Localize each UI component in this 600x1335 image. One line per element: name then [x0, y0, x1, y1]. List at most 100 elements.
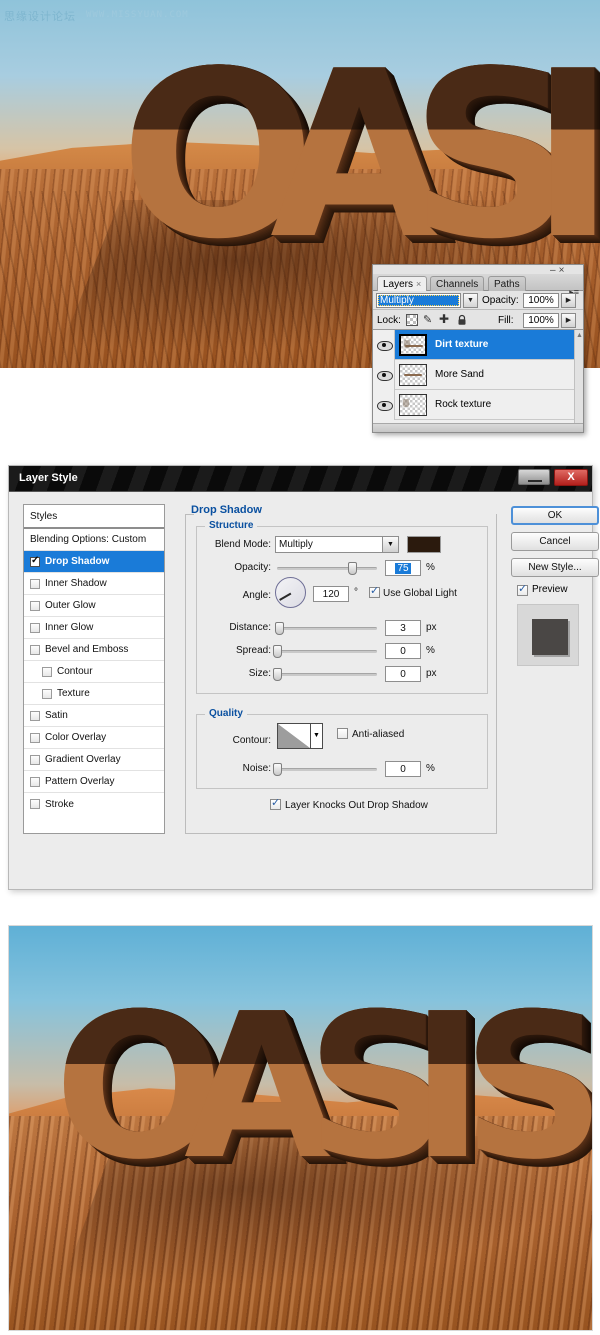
layer-list[interactable]: Dirt texture More Sand Rock texture ▲	[373, 330, 583, 423]
preview-toggle-row[interactable]: Preview	[511, 584, 591, 598]
fill-stepper-icon[interactable]: ▶	[561, 313, 576, 328]
gradient-overlay-checkbox[interactable]	[30, 755, 40, 765]
preview-checkbox[interactable]	[517, 585, 528, 596]
fill-input[interactable]: 100%	[523, 313, 559, 328]
blend-mode-select[interactable]: Multiply	[376, 293, 461, 308]
panel-footer-toolbar[interactable]	[373, 423, 583, 432]
blend-mode-chevron-down-icon[interactable]: ▼	[463, 293, 478, 308]
tab-layers[interactable]: Layers×	[377, 276, 427, 291]
inner-shadow-checkbox[interactable]	[30, 579, 40, 589]
style-item-satin[interactable]: Satin	[24, 705, 164, 727]
style-item-blending-options[interactable]: Blending Options: Custom	[24, 529, 164, 551]
styles-list[interactable]: Styles Blending Options: Custom Drop Sha…	[23, 504, 165, 834]
spread-input[interactable]: 0	[385, 643, 421, 659]
style-item-label: Color Overlay	[45, 732, 106, 743]
inner-glow-checkbox[interactable]	[30, 623, 40, 633]
distance-slider-thumb[interactable]	[275, 622, 284, 635]
style-item-inner-shadow[interactable]: Inner Shadow	[24, 573, 164, 595]
opacity-slider-thumb[interactable]	[348, 562, 357, 575]
lock-transparency-icon[interactable]	[406, 314, 418, 326]
close-icon[interactable]: X	[554, 469, 588, 486]
ok-button[interactable]: OK	[511, 506, 599, 525]
layers-panel[interactable]: –× Layers× Channels Paths ▸≡ Multiply ▼ …	[372, 264, 584, 433]
use-global-light-checkbox[interactable]	[369, 587, 380, 598]
contour-preview[interactable]	[277, 723, 311, 749]
bevel-and-emboss-checkbox[interactable]	[30, 645, 40, 655]
layer-list-scrollbar[interactable]: ▲	[574, 330, 583, 423]
shadow-color-swatch[interactable]	[407, 536, 441, 553]
layer-thumbnail[interactable]	[399, 334, 427, 356]
opacity-input[interactable]: 75	[385, 560, 421, 576]
opacity-label: Opacity:	[482, 295, 519, 306]
style-item-texture[interactable]: Texture	[24, 683, 164, 705]
scroll-up-icon[interactable]: ▲	[576, 332, 583, 339]
drop-shadow-checkbox[interactable]	[30, 557, 40, 567]
size-slider-track[interactable]	[277, 673, 377, 676]
style-item-color-overlay[interactable]: Color Overlay	[24, 727, 164, 749]
eye-icon	[377, 340, 391, 350]
texture-checkbox[interactable]	[42, 689, 52, 699]
layer-knocks-out-drop-shadow-checkbox[interactable]	[270, 799, 281, 810]
noise-input[interactable]: 0	[385, 761, 421, 777]
pattern-overlay-checkbox[interactable]	[30, 777, 40, 787]
outer-glow-checkbox[interactable]	[30, 601, 40, 611]
distance-input[interactable]: 3	[385, 620, 421, 636]
spread-slider-thumb[interactable]	[273, 645, 282, 658]
style-item-drop-shadow[interactable]: Drop Shadow	[24, 551, 164, 573]
style-item-inner-glow[interactable]: Inner Glow	[24, 617, 164, 639]
lock-image-pixels-icon[interactable]: ✎	[423, 314, 435, 326]
layer-visibility-toggle[interactable]	[373, 360, 395, 390]
style-item-contour[interactable]: Contour	[24, 661, 164, 683]
angle-input[interactable]: 120	[313, 586, 349, 602]
distance-slider-track[interactable]	[277, 627, 377, 630]
angle-dial[interactable]	[275, 577, 306, 608]
opacity-slider-track[interactable]	[277, 567, 377, 570]
dialog-title: Layer Style	[19, 472, 78, 484]
style-item-bevel-and-emboss[interactable]: Bevel and Emboss	[24, 639, 164, 661]
new-style-button[interactable]: New Style...	[511, 558, 599, 577]
contour-chevron-down-icon[interactable]: ▼	[311, 723, 323, 749]
size-slider-thumb[interactable]	[273, 668, 282, 681]
bottom-screenshot-image: O O A A S S I I S S	[8, 925, 593, 1331]
color-overlay-checkbox[interactable]	[30, 733, 40, 743]
opacity-input[interactable]: 100%	[523, 293, 559, 308]
layer-style-dialog[interactable]: Layer Style X Styles Blending Options: C…	[8, 465, 593, 890]
style-item-stroke[interactable]: Stroke	[24, 793, 164, 815]
eye-icon	[377, 400, 391, 410]
contour-checkbox[interactable]	[42, 667, 52, 677]
cancel-button[interactable]: Cancel	[511, 532, 599, 551]
table-row[interactable]: More Sand	[373, 360, 583, 390]
tab-layers-close-icon[interactable]: ×	[416, 279, 421, 289]
table-row[interactable]: Rock texture	[373, 390, 583, 420]
layer-thumbnail[interactable]	[399, 364, 427, 386]
tab-paths[interactable]: Paths	[488, 276, 526, 291]
anti-aliased-checkbox[interactable]	[337, 728, 348, 739]
spread-slider-track[interactable]	[277, 650, 377, 653]
tab-paths-label: Paths	[494, 279, 520, 290]
spread-unit: %	[426, 645, 435, 656]
opacity-stepper-icon[interactable]: ▶	[561, 293, 576, 308]
lock-label: Lock:	[377, 315, 401, 326]
style-item-pattern-overlay[interactable]: Pattern Overlay	[24, 771, 164, 793]
lock-all-icon[interactable]	[456, 314, 468, 326]
style-item-gradient-overlay[interactable]: Gradient Overlay	[24, 749, 164, 771]
dialog-titlebar[interactable]: Layer Style X	[9, 466, 592, 492]
tab-channels[interactable]: Channels	[430, 276, 484, 291]
layer-thumbnail[interactable]	[399, 394, 427, 416]
table-row[interactable]: Dirt texture	[373, 330, 583, 360]
lock-position-icon[interactable]: ✚	[439, 314, 451, 326]
size-input[interactable]: 0	[385, 666, 421, 682]
satin-checkbox[interactable]	[30, 711, 40, 721]
noise-slider-thumb[interactable]	[273, 763, 282, 776]
opacity-unit: %	[426, 562, 435, 573]
structure-group-title: Structure	[205, 520, 257, 531]
style-item-outer-glow[interactable]: Outer Glow	[24, 595, 164, 617]
blend-mode-select[interactable]: Multiply ▼	[275, 536, 399, 553]
layer-visibility-toggle[interactable]	[373, 390, 395, 420]
stroke-checkbox[interactable]	[30, 799, 40, 809]
chevron-down-icon[interactable]: ▼	[382, 537, 398, 552]
layer-visibility-toggle[interactable]	[373, 330, 395, 360]
style-item-label: Blending Options: Custom	[30, 534, 146, 545]
minimize-icon[interactable]	[518, 469, 550, 485]
noise-slider-track[interactable]	[277, 768, 377, 771]
